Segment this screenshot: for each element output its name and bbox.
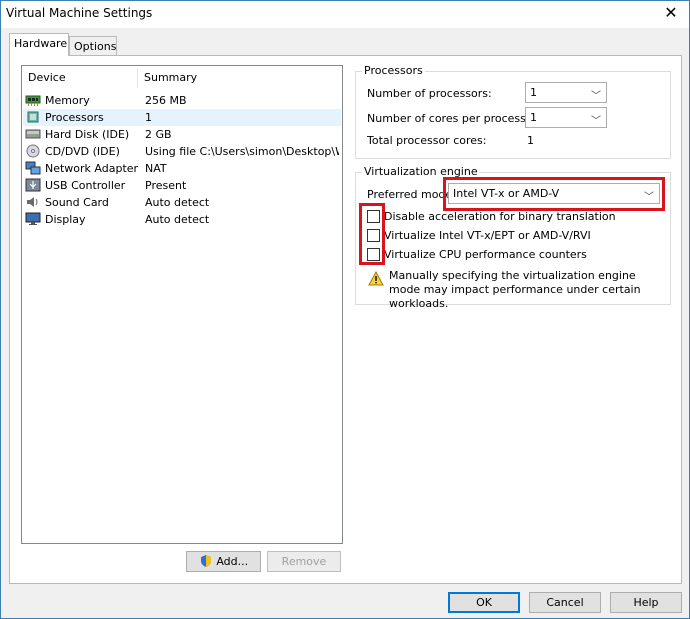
device-name: USB Controller [45,179,126,192]
checkbox-box[interactable] [367,229,380,242]
checkbox-label: Disable acceleration for binary translat… [384,210,616,223]
disable-acceleration-checkbox[interactable]: Disable acceleration for binary translat… [367,209,647,225]
device-row-usb-controller[interactable]: USB Controller Present [23,177,341,194]
remove-device-button[interactable]: Remove [267,551,341,572]
device-row-sound-card[interactable]: Sound Card Auto detect [23,194,341,211]
device-name: Processors [45,111,104,124]
device-summary: Auto detect [145,213,210,226]
preferred-mode-select[interactable]: Intel VT-x or AMD-V ﹀ [448,183,660,204]
device-summary: 2 GB [145,128,172,141]
device-summary: Present [145,179,187,192]
cores-per-processor-label: Number of cores per processor: [367,112,541,125]
checkbox-box[interactable] [367,248,380,261]
close-icon[interactable]: ✕ [661,3,681,23]
device-row-network-adapter[interactable]: Network Adapter NAT [23,160,341,177]
tab-hardware[interactable]: Hardware [9,33,69,56]
warning-icon [368,271,384,286]
memory-icon [25,95,41,106]
cd-dvd-icon [26,144,40,158]
chevron-down-icon: ﹀ [591,116,601,127]
total-cores-label: Total processor cores: [367,134,487,147]
device-name: Display [45,213,86,226]
num-processors-value: 1 [530,86,537,99]
chevron-down-icon: ﹀ [591,91,601,102]
cores-per-processor-value: 1 [530,111,537,124]
window-title: Virtual Machine Settings [6,6,153,20]
hard-disk-icon [25,129,41,139]
usb-icon [25,178,41,192]
add-device-button[interactable]: Add... [186,551,261,572]
device-row-cd-dvd[interactable]: CD/DVD (IDE) Using file C:\Users\simon\D… [23,143,341,160]
virtualization-group-title: Virtualization engine [362,165,480,178]
device-list[interactable]: Device Summary Memory 256 MB Processors … [21,65,343,544]
warning-message: Manually specifying the virtualization e… [389,269,641,310]
shield-icon [200,555,211,567]
device-summary: Auto detect [145,196,210,209]
help-button[interactable]: Help [610,592,682,613]
cancel-button[interactable]: Cancel [529,592,601,613]
tab-options[interactable]: Options [69,36,117,56]
checkbox-label: Virtualize CPU performance counters [384,248,587,261]
title-bar[interactable]: Virtual Machine Settings ✕ [1,1,689,28]
sound-card-icon [27,197,38,207]
column-header-summary[interactable]: Summary [144,71,197,84]
virtual-machine-settings-window: Virtual Machine Settings ✕ Hardware Opti… [0,0,690,619]
processors-group-title: Processors [362,64,425,77]
device-list-header: Device Summary [22,66,342,90]
device-name: CD/DVD (IDE) [45,145,120,158]
column-separator[interactable] [137,68,138,88]
total-cores-value: 1 [527,134,534,147]
device-name: Sound Card [45,196,109,209]
device-summary: 1 [145,111,152,124]
device-summary: Using file C:\Users\simon\Desktop\W... [145,145,339,158]
device-summary: NAT [145,162,167,175]
help-label: Help [633,596,659,609]
display-icon [25,212,41,225]
device-row-processors[interactable]: Processors 1 [23,109,341,126]
ok-label: OK [476,596,492,609]
column-header-device[interactable]: Device [28,71,66,84]
remove-device-label: Remove [281,555,327,568]
preferred-mode-value: Intel VT-x or AMD-V [453,187,560,200]
add-device-label: Add... [216,555,249,568]
device-row-hard-disk[interactable]: Hard Disk (IDE) 2 GB [23,126,341,143]
tab-options-label: Options [74,40,117,53]
device-name: Hard Disk (IDE) [45,128,130,141]
ok-button[interactable]: OK [448,592,520,613]
preferred-mode-label: Preferred mode [367,188,453,201]
tab-hardware-label: Hardware [14,37,68,50]
checkbox-label: Virtualize Intel VT-x/EPT or AMD-V/RVI [384,229,591,242]
device-row-display[interactable]: Display Auto detect [23,211,341,228]
device-name: Memory [45,94,90,107]
cancel-label: Cancel [546,596,584,609]
device-summary: 256 MB [145,94,187,107]
virtualize-cpu-counters-checkbox[interactable]: Virtualize CPU performance counters [367,247,647,263]
device-name: Network Adapter [45,162,139,175]
processor-icon [27,111,39,123]
checkbox-box[interactable] [367,210,380,223]
num-processors-label: Number of processors: [367,87,492,100]
device-row-memory[interactable]: Memory 256 MB [23,92,341,109]
chevron-down-icon: ﹀ [644,192,654,203]
virtualize-vtx-ept-checkbox[interactable]: Virtualize Intel VT-x/EPT or AMD-V/RVI [367,228,647,244]
cores-per-processor-select[interactable]: 1 ﹀ [525,107,607,128]
num-processors-select[interactable]: 1 ﹀ [525,82,607,103]
network-adapter-icon [25,161,41,175]
